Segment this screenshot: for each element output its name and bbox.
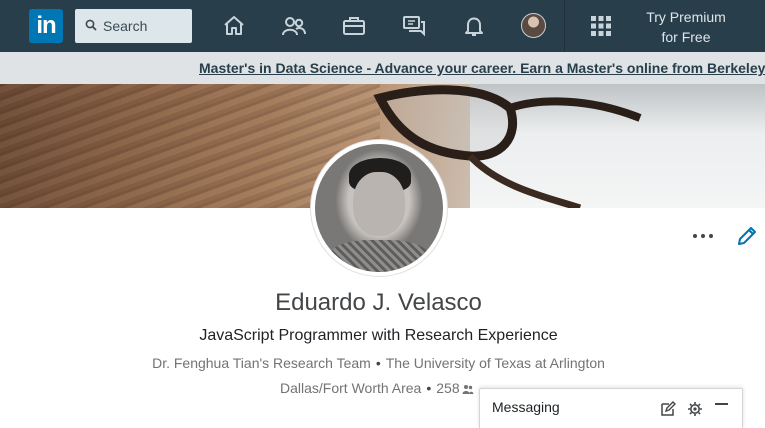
messaging-settings-gear-icon[interactable] <box>687 401 703 417</box>
profile-headline: JavaScript Programmer with Research Expe… <box>199 327 558 344</box>
premium-line-1: Try Premium <box>646 9 726 25</box>
messaging-icon[interactable] <box>400 12 428 40</box>
separator-dot: • <box>426 380 432 396</box>
profile-location: Dallas/Fort Worth Area <box>280 380 422 396</box>
ad-banner: Master's in Data Science - Advance your … <box>0 52 765 84</box>
search-box[interactable] <box>75 9 192 43</box>
more-dot <box>701 234 705 238</box>
try-premium-link[interactable]: Try Premium for Free <box>640 7 732 47</box>
more-actions-button[interactable] <box>690 228 716 244</box>
edit-profile-pencil-icon[interactable] <box>736 225 758 247</box>
ad-link[interactable]: Master's in Data Science - Advance your … <box>199 60 765 76</box>
work-grid-icon[interactable] <box>590 15 612 37</box>
top-nav-bar: in Try Premium for Free <box>0 0 765 52</box>
profile-name: Eduardo J. Velasco <box>275 289 482 316</box>
my-network-icon[interactable] <box>280 12 308 40</box>
nav-divider <box>564 0 565 52</box>
compose-message-icon[interactable] <box>660 401 676 417</box>
more-dot <box>709 234 713 238</box>
connections-icon <box>462 385 474 394</box>
minimize-messaging-icon[interactable] <box>715 403 728 405</box>
search-input[interactable] <box>103 9 189 43</box>
messaging-title[interactable]: Messaging <box>492 399 560 415</box>
home-icon[interactable] <box>220 12 248 40</box>
notifications-icon[interactable] <box>460 12 488 40</box>
photo-shirt <box>329 240 429 272</box>
jobs-icon[interactable] <box>340 12 368 40</box>
me-avatar[interactable] <box>521 13 546 38</box>
profile-photo-image <box>315 144 443 272</box>
premium-line-2: for Free <box>661 29 711 45</box>
search-icon <box>85 19 97 31</box>
more-dot <box>693 234 697 238</box>
education-school[interactable]: The University of Texas at Arlington <box>386 355 605 371</box>
profile-location-line: Dallas/Fort Worth Area • 258 <box>280 380 474 396</box>
photo-face <box>353 172 405 236</box>
profile-affiliations: Dr. Fenghua Tian's Research Team • The Uni… <box>0 355 757 371</box>
current-company[interactable]: Dr. Fenghua Tian's Research Team <box>152 355 371 371</box>
linkedin-logo[interactable]: in <box>29 9 63 43</box>
messaging-overlay[interactable]: Messaging <box>479 388 743 428</box>
connections-count[interactable]: 258 <box>436 380 459 396</box>
separator-dot: • <box>375 355 381 371</box>
profile-photo[interactable] <box>311 140 447 276</box>
